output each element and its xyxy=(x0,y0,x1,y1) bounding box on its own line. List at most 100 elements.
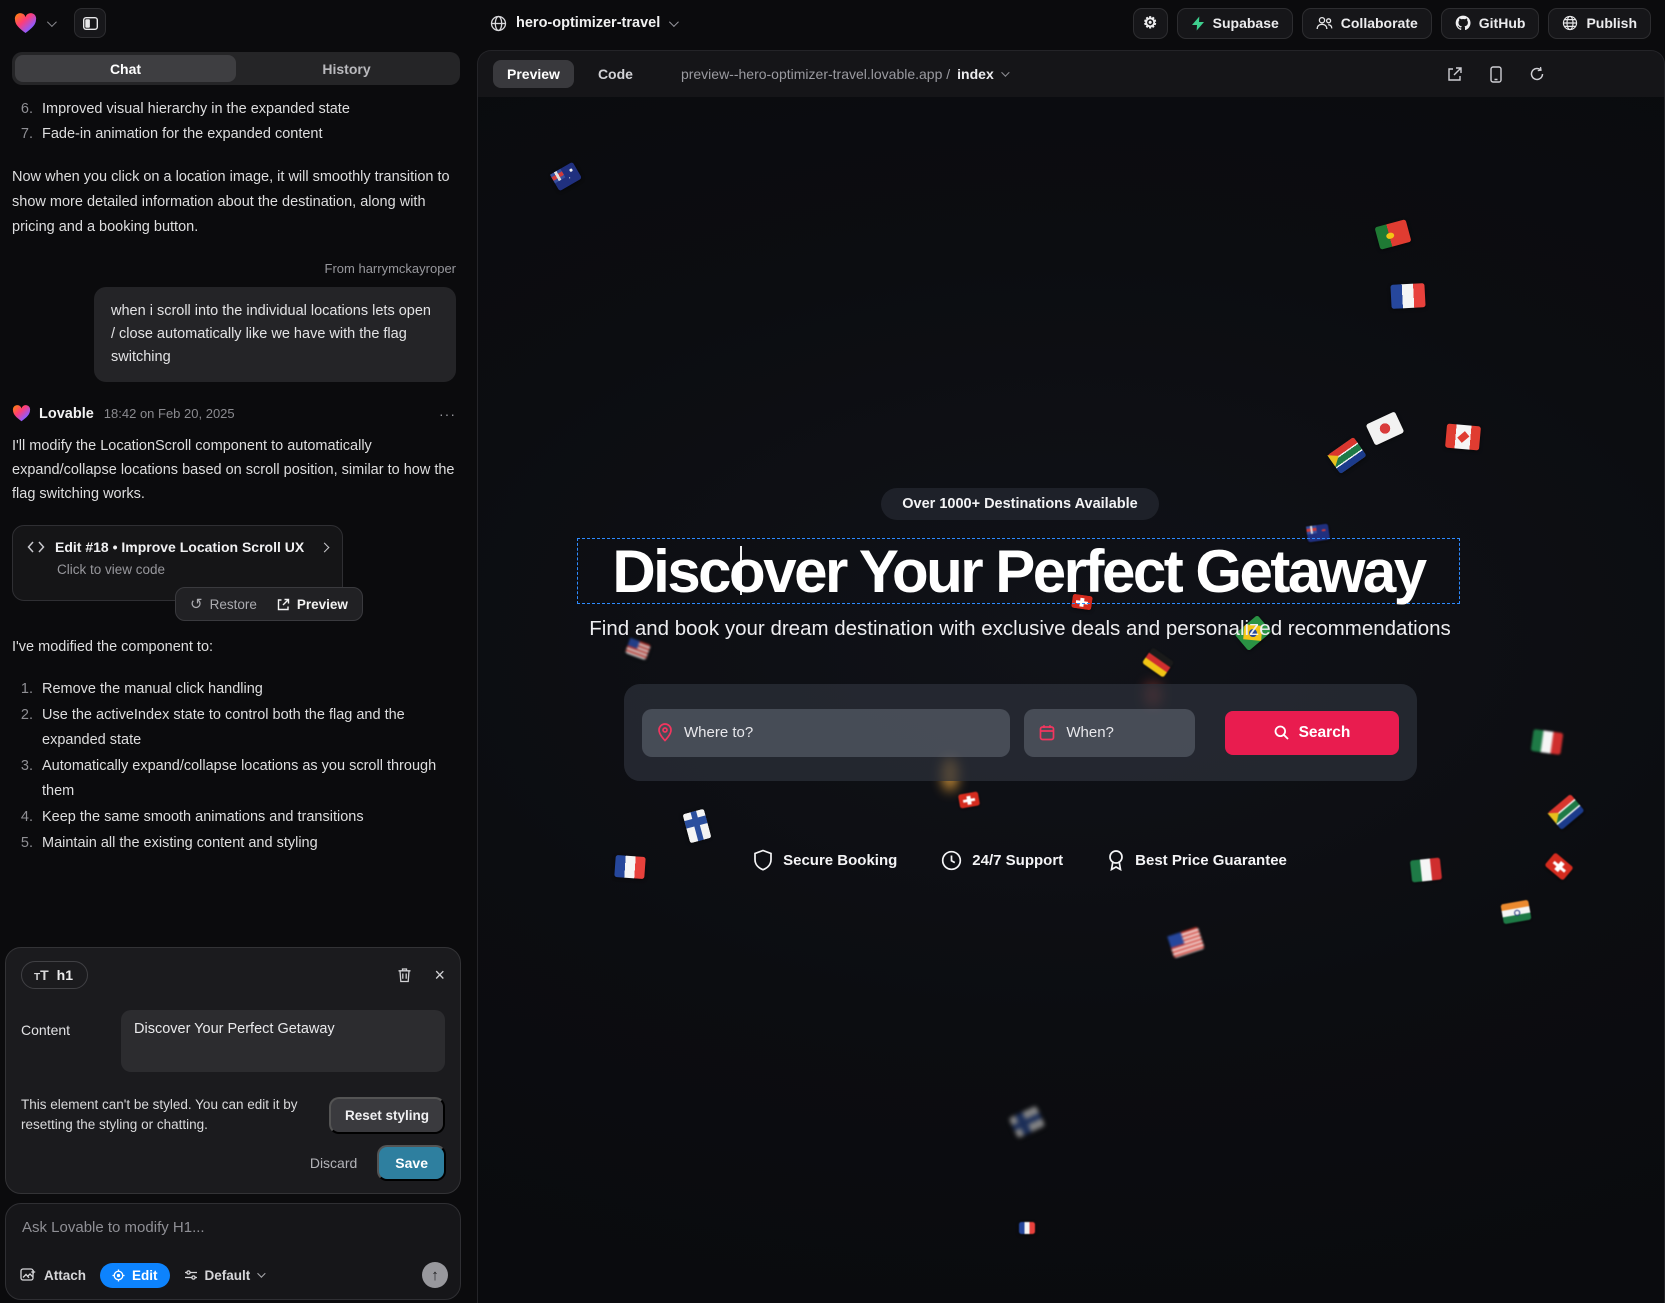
flag-za-icon xyxy=(1547,794,1584,830)
preview-toolbar: Preview Code preview--hero-optimizer-tra… xyxy=(478,51,1664,97)
restore-preview-pill: Restore Preview xyxy=(175,587,363,621)
topbar: hero-optimizer-travel ⚙ Supabase Collabo… xyxy=(0,0,1665,46)
preview-button[interactable]: Preview xyxy=(269,594,356,615)
settings-button[interactable]: ⚙ xyxy=(1133,8,1168,39)
message-menu-button[interactable]: ··· xyxy=(439,406,456,422)
restore-button[interactable]: Restore xyxy=(182,592,265,616)
chevron-down-icon xyxy=(669,17,679,27)
project-name: hero-optimizer-travel xyxy=(516,15,660,31)
collaborate-button[interactable]: Collaborate xyxy=(1302,8,1432,39)
flag-fi-icon xyxy=(1009,1106,1045,1139)
chevron-down-icon xyxy=(1001,68,1009,76)
github-icon xyxy=(1455,15,1471,31)
tab-preview[interactable]: Preview xyxy=(493,60,574,88)
save-button[interactable]: Save xyxy=(377,1145,446,1181)
features-row: Secure Booking 24/7 Support xyxy=(478,849,1562,871)
sliders-icon xyxy=(184,1269,198,1281)
flag-de-icon xyxy=(1142,647,1174,677)
hero-section: Over 1000+ Destinations Available Discov… xyxy=(478,97,1562,520)
text-caret xyxy=(740,546,742,595)
github-button[interactable]: GitHub xyxy=(1441,8,1540,39)
chat-scroll-area[interactable]: 6. Improved visual hierarchy in the expa… xyxy=(0,85,472,856)
send-button[interactable]: ↑ xyxy=(422,1262,448,1288)
styling-note: This element can't be styled. You can ed… xyxy=(21,1095,317,1135)
publish-globe-icon xyxy=(1562,15,1578,31)
feature-best-price: Best Price Guarantee xyxy=(1107,849,1287,871)
globe-icon xyxy=(490,15,507,32)
modification-steps: 1.Remove the manual click handling 2.Use… xyxy=(12,677,456,856)
code-icon xyxy=(27,541,45,553)
feature-support: 24/7 Support xyxy=(941,850,1063,871)
clock-icon xyxy=(941,850,962,871)
flag-mx-icon xyxy=(1531,729,1564,755)
tab-history[interactable]: History xyxy=(236,55,457,82)
type-icon xyxy=(34,967,49,983)
external-link-icon xyxy=(277,598,290,611)
discard-button[interactable]: Discard xyxy=(310,1155,357,1171)
reset-styling-button[interactable]: Reset styling xyxy=(329,1097,445,1134)
chevron-right-icon xyxy=(320,542,330,552)
assistant-message: I'll modify the LocationScroll component… xyxy=(12,434,456,506)
user-attribution: From harrymckayroper xyxy=(12,261,456,276)
calendar-icon xyxy=(1039,724,1055,741)
message-timestamp: 18:42 on Feb 20, 2025 xyxy=(104,406,235,421)
supabase-button[interactable]: Supabase xyxy=(1177,8,1293,39)
element-editor-panel: h1 × Content Discover Your Perfect Getaw… xyxy=(5,947,461,1194)
model-default-button[interactable]: Default xyxy=(184,1268,264,1283)
toggle-sidebar-button[interactable] xyxy=(74,8,106,38)
destinations-badge: Over 1000+ Destinations Available xyxy=(881,488,1158,520)
close-icon[interactable]: × xyxy=(434,966,445,984)
supabase-icon xyxy=(1191,16,1205,31)
assistant-header: Lovable 18:42 on Feb 20, 2025 ··· xyxy=(12,405,456,422)
list-item: 7. Fade-in animation for the expanded co… xyxy=(12,122,456,147)
where-to-input[interactable]: Where to? xyxy=(642,709,1010,757)
lovable-heart-icon xyxy=(12,405,31,422)
sidebar-tabs: Chat History xyxy=(12,52,460,85)
target-icon xyxy=(112,1269,125,1282)
flag-in-icon xyxy=(1500,900,1531,925)
flag-us-icon xyxy=(625,638,651,661)
flag-ch-icon xyxy=(958,791,980,808)
flag-us-icon xyxy=(1167,927,1205,959)
refresh-button[interactable] xyxy=(1529,66,1545,82)
delete-element-button[interactable] xyxy=(397,967,412,983)
search-icon xyxy=(1274,725,1289,740)
chat-composer: Ask Lovable to modify H1... Attach xyxy=(5,1203,461,1300)
edit-mode-button[interactable]: Edit xyxy=(100,1263,170,1288)
flag-fi-icon xyxy=(682,809,711,844)
element-tag-pill[interactable]: h1 xyxy=(21,961,88,989)
content-textarea[interactable]: Discover Your Perfect Getaway xyxy=(121,1010,445,1072)
preview-url[interactable]: preview--hero-optimizer-travel.lovable.a… xyxy=(681,66,1007,82)
lovable-heart-logo[interactable] xyxy=(14,13,37,34)
preview-panel: Preview Code preview--hero-optimizer-tra… xyxy=(477,50,1665,1303)
element-tag: h1 xyxy=(57,967,73,983)
hero-title: Discover Your Perfect Getaway xyxy=(612,537,1424,606)
attach-button[interactable]: Attach xyxy=(20,1268,86,1283)
edit-card-subtitle: Click to view code xyxy=(57,562,328,577)
tab-code[interactable]: Code xyxy=(584,60,647,88)
gear-icon: ⚙ xyxy=(1143,13,1157,33)
project-switcher[interactable]: hero-optimizer-travel xyxy=(490,0,676,46)
collaborate-icon xyxy=(1316,16,1333,30)
hero-subtitle: Find and book your dream destination wit… xyxy=(478,617,1562,641)
chat-sidebar: Chat History 6. Improved visual hierarch… xyxy=(0,46,472,1303)
when-input[interactable]: When? xyxy=(1024,709,1195,757)
chevron-down-icon[interactable] xyxy=(47,17,57,27)
arrow-up-icon: ↑ xyxy=(431,1267,439,1284)
edit-card-wrapper: Edit #18 • Improve Location Scroll UX Cl… xyxy=(12,525,456,617)
search-button[interactable]: Search xyxy=(1225,711,1399,755)
open-external-button[interactable] xyxy=(1447,66,1463,82)
location-pin-icon xyxy=(657,723,673,742)
user-message-bubble: when i scroll into the individual locati… xyxy=(94,287,456,382)
chevron-down-icon xyxy=(257,1269,265,1277)
shield-icon xyxy=(753,849,773,871)
content-label: Content xyxy=(21,1010,121,1072)
publish-button[interactable]: Publish xyxy=(1548,8,1651,39)
preview-viewport[interactable]: Over 1000+ Destinations Available Discov… xyxy=(478,97,1664,1303)
tab-chat[interactable]: Chat xyxy=(15,55,236,82)
composer-input[interactable]: Ask Lovable to modify H1... xyxy=(22,1219,444,1236)
selected-h1-outline[interactable]: Discover Your Perfect Getaway xyxy=(577,538,1460,604)
assistant-message: Now when you click on a location image, … xyxy=(12,165,456,240)
assistant-message: I've modified the component to: xyxy=(12,639,456,655)
mobile-view-button[interactable] xyxy=(1490,66,1502,83)
